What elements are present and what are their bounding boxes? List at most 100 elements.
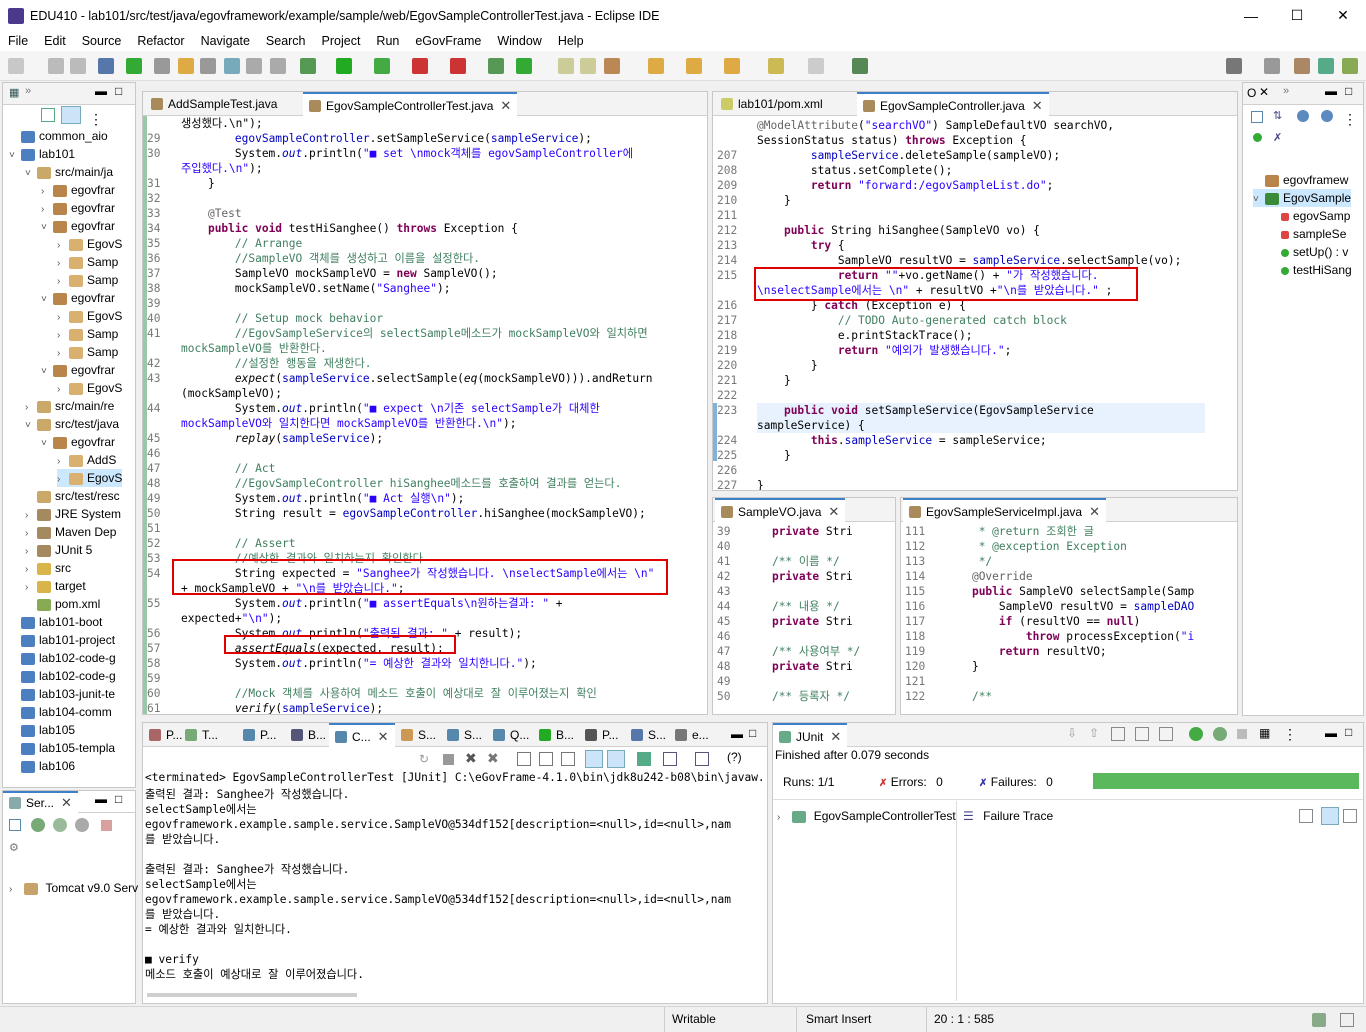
code-line[interactable]: */ <box>945 554 992 569</box>
pen-icon[interactable] <box>604 58 620 74</box>
tree-item[interactable]: › Samp <box>57 271 118 289</box>
minimize-view-icon[interactable]: ▬ <box>1325 84 1337 98</box>
show-failures-only-icon[interactable] <box>1111 727 1125 741</box>
debug-icon[interactable] <box>300 58 316 74</box>
code-line[interactable]: String result = egovSampleController.hiS… <box>181 506 646 521</box>
remove-terminated-icon[interactable]: ✖ <box>487 750 499 767</box>
show-skipped-icon[interactable] <box>1135 727 1149 741</box>
code-line[interactable]: egovSampleController.setSampleService(sa… <box>181 131 592 146</box>
help-icon[interactable]: (?) <box>727 750 742 764</box>
menu-item-egovframe[interactable]: eGovFrame <box>407 34 489 48</box>
pin-console-icon[interactable] <box>637 752 651 766</box>
code-line[interactable]: return "forward:/egovSampleList.do"; <box>757 178 1054 193</box>
chevron-down-icon[interactable]: ˅ <box>41 219 53 237</box>
chevron-down-icon[interactable]: ˅ <box>25 165 37 183</box>
code-line[interactable]: // Setup mock behavior <box>181 311 383 326</box>
chevron-down-icon[interactable]: ˅ <box>9 147 21 165</box>
tab-junit[interactable]: JUnit ✕ <box>773 723 848 748</box>
show-on-stdout-icon[interactable] <box>585 750 603 768</box>
close-icon[interactable]: ✕ <box>830 729 841 745</box>
tree-item[interactable]: › egovfrar <box>41 199 115 217</box>
code-line[interactable]: public SampleVO selectSample(Samp <box>945 584 1194 599</box>
tree-item[interactable]: ˅ egovfrar <box>41 217 115 235</box>
tree-item[interactable]: lab104-comm <box>9 703 112 721</box>
save-all-icon[interactable] <box>70 58 86 74</box>
menu-item-help[interactable]: Help <box>550 34 592 48</box>
code-line[interactable]: sampleService) { <box>757 418 865 433</box>
chevron-down-icon[interactable]: ˅ <box>41 435 53 453</box>
code-line[interactable]: @Test <box>181 206 242 221</box>
outline-item[interactable]: testHiSang <box>1269 261 1352 279</box>
code-line[interactable]: return resultVO; <box>945 644 1107 659</box>
code-line[interactable]: if (resultVO == null) <box>945 614 1140 629</box>
tree-item[interactable]: › EgovS <box>57 307 122 325</box>
tab-egov-sample-controller[interactable]: EgovSampleController.java ✕ <box>857 92 1049 117</box>
tree-item[interactable]: lab105-templa <box>9 739 115 757</box>
new-icon[interactable] <box>8 58 24 74</box>
tree-item[interactable]: pom.xml <box>25 595 100 613</box>
tree-item[interactable]: › Maven Dep <box>25 523 116 541</box>
code-line[interactable]: } <box>945 659 979 674</box>
pin-editor-icon[interactable] <box>852 58 868 74</box>
minimize-view-icon[interactable]: ▬ <box>1325 726 1337 740</box>
outline-tab-icon[interactable]: O <box>1247 86 1256 100</box>
menu-item-source[interactable]: Source <box>74 34 130 48</box>
code-line[interactable]: } <box>757 478 764 490</box>
save-icon[interactable] <box>48 58 64 74</box>
maximize-button[interactable]: ☐ <box>1274 0 1320 31</box>
view-menu-icon[interactable]: ⋮ <box>1343 111 1357 128</box>
history-icon[interactable]: ▦ <box>1259 726 1270 740</box>
code-line[interactable]: @ModelAttribute("searchVO") SampleDefaul… <box>757 118 1114 133</box>
minimize-button[interactable]: — <box>1228 0 1274 31</box>
maximize-view-icon[interactable]: □ <box>115 792 122 806</box>
tree-item[interactable]: ˅ egovfrar <box>41 433 115 451</box>
close-icon[interactable]: ✕ <box>500 98 511 114</box>
code-line[interactable]: System.out.println("■ expect \n기존 select… <box>181 401 600 416</box>
tree-item[interactable]: ˅ egovfrar <box>41 289 115 307</box>
maximize-view-icon[interactable]: □ <box>1345 725 1352 739</box>
code-line[interactable]: /** 내용 */ <box>745 599 840 614</box>
tree-item[interactable]: › EgovS <box>57 469 123 487</box>
console-tab-8[interactable]: B... <box>533 723 580 747</box>
code-editor-samplevo[interactable]: 39 private Stri 40 41 /** 이름 */ 42 private … <box>713 522 893 714</box>
forward-icon[interactable] <box>808 58 824 74</box>
clear-console-icon[interactable] <box>517 752 531 766</box>
menu-item-window[interactable]: Window <box>489 34 549 48</box>
code-line[interactable]: //EgovSampleController hiSanghee메소드를 호출하… <box>181 476 622 491</box>
view-menu-icon[interactable]: ⋮ <box>89 111 103 128</box>
tree-item[interactable]: common_aio <box>9 127 108 145</box>
console-tab-6[interactable]: S... <box>441 723 488 747</box>
console-tab-9[interactable]: P... <box>579 723 624 747</box>
code-line[interactable]: /** 이름 */ <box>745 554 840 569</box>
code-line[interactable]: this.sampleService = sampleService; <box>757 433 1047 448</box>
code-line[interactable]: 생성했다.\n"); <box>181 116 263 131</box>
code-line[interactable]: replay(sampleService); <box>181 431 383 446</box>
console-tab-5[interactable]: S... <box>395 723 442 747</box>
code-line[interactable]: SessionStatus status) throws Exception { <box>757 133 1026 148</box>
code-line[interactable]: private Stri <box>745 659 853 674</box>
next-failure-icon[interactable]: ⇩ <box>1067 726 1077 740</box>
tree-item[interactable]: lab101-boot <box>9 613 102 631</box>
code-editor-controller[interactable]: @ModelAttribute("searchVO") SampleDefaul… <box>713 116 1235 490</box>
open-folder-icon[interactable] <box>558 58 574 74</box>
code-line[interactable]: SampleVO resultVO = sampleService.select… <box>757 253 1182 268</box>
chevron-menu-icon[interactable]: » <box>1283 85 1289 97</box>
tree-item[interactable]: › Samp <box>57 325 118 343</box>
minimize-view-icon[interactable]: ▬ <box>95 792 107 806</box>
maximize-view-icon[interactable]: □ <box>1345 84 1352 98</box>
chevron-right-icon[interactable]: › <box>777 809 789 827</box>
menu-item-edit[interactable]: Edit <box>36 34 74 48</box>
open-type-icon[interactable] <box>154 58 170 74</box>
code-line[interactable]: * @return 조회한 글 <box>945 524 1094 539</box>
tree-item[interactable]: lab101-project <box>9 631 115 649</box>
code-line[interactable]: /** 사용여부 */ <box>745 644 860 659</box>
previous-failure-icon[interactable]: ⇧ <box>1089 726 1099 740</box>
hide-fields-icon[interactable] <box>1297 110 1309 122</box>
code-editor-serviceimpl[interactable]: 111 * @return 조회한 글 112 * @exception Exce… <box>901 522 1235 714</box>
close-icon[interactable]: ✕ <box>1032 98 1043 114</box>
tab-add-sample-test[interactable]: AddSampleTest.java <box>145 92 283 116</box>
code-line[interactable]: mockSampleVO와 일치한다면 mockSampleVO를 반환한다.\… <box>181 416 517 431</box>
code-line[interactable]: private Stri <box>745 524 853 539</box>
code-line[interactable]: mockSampleVO를 반환한다. <box>181 341 327 356</box>
close-icon[interactable]: ✕ <box>378 729 389 745</box>
